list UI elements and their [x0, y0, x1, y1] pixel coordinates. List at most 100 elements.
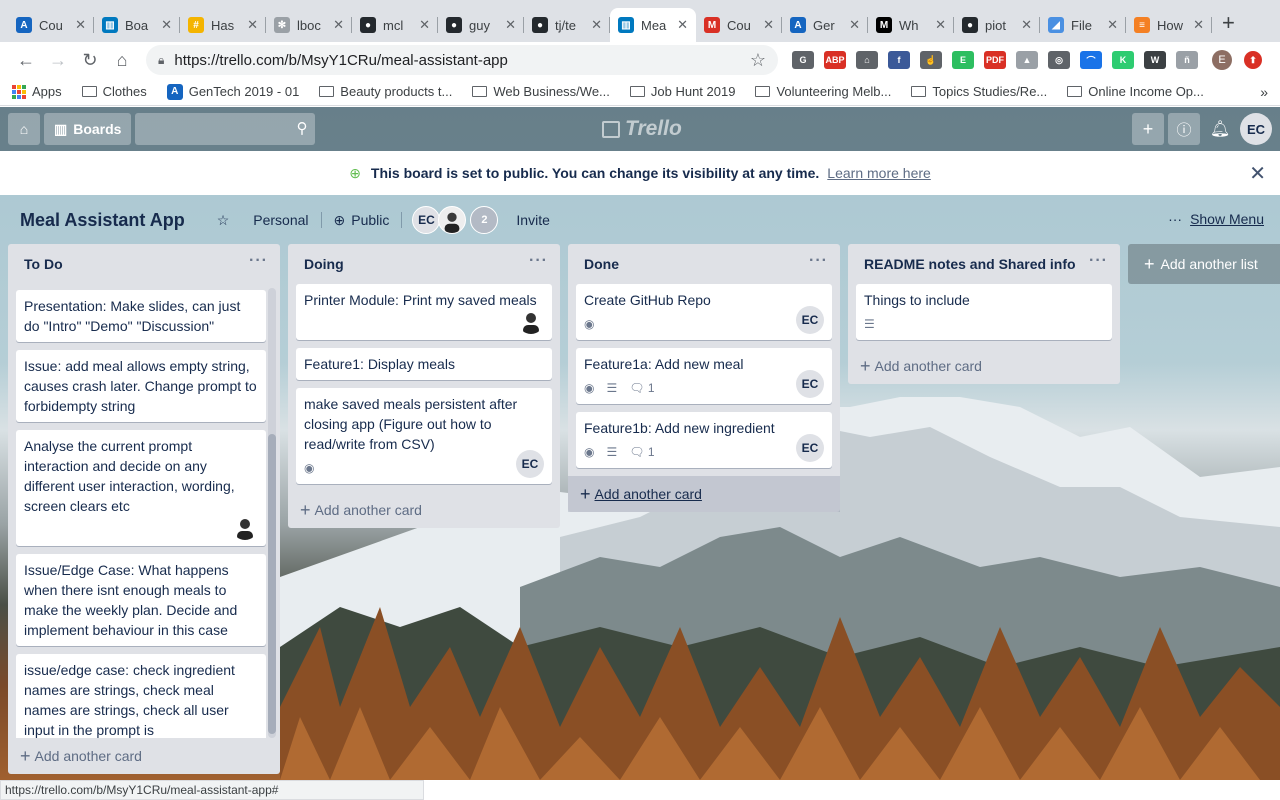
list-menu-icon[interactable]: ··· [809, 252, 828, 270]
tab-close-icon[interactable]: ✕ [75, 17, 86, 33]
browser-tab[interactable]: ▥ Boa ✕ [94, 8, 180, 42]
extension-icon[interactable]: W [1144, 51, 1166, 69]
bookmark-star-icon[interactable]: ☆ [750, 50, 766, 71]
add-card-button[interactable]: + Add another card [288, 492, 560, 528]
create-plus-icon[interactable]: + [1132, 113, 1164, 145]
show-menu-button[interactable]: ··· Show Menu [1168, 211, 1264, 227]
extension-red-icon[interactable]: ⬆ [1244, 51, 1262, 69]
browser-tab[interactable]: M Cou ✕ [696, 8, 782, 42]
tab-close-icon[interactable]: ✕ [1107, 17, 1118, 33]
card[interactable]: Printer Module: Print my saved meals [296, 284, 552, 340]
search-icon[interactable]: ⚲ [296, 119, 307, 137]
address-bar[interactable]: 🔒︎ https://trello.com/b/MsyY1CRu/meal-as… [146, 45, 778, 75]
member-avatar[interactable]: EC [412, 206, 441, 234]
card-member-avatar[interactable]: EC [796, 370, 824, 398]
browser-tab[interactable]: # Has ✕ [180, 8, 266, 42]
extension-icon[interactable]: ⌂ [856, 51, 878, 69]
list-header[interactable]: README notes and Shared info ··· [848, 244, 1120, 284]
bookmark-item[interactable]: Web Business/We... [472, 84, 610, 99]
extension-icon[interactable]: ☝ [920, 51, 942, 69]
list-header[interactable]: To Do ··· [8, 244, 280, 284]
card[interactable]: Things to include ☰ [856, 284, 1112, 340]
card[interactable]: Create GitHub Repo ◉ EC [576, 284, 832, 340]
browser-tab[interactable]: M Wh ✕ [868, 8, 954, 42]
bookmark-item[interactable]: A GenTech 2019 - 01 [166, 83, 299, 100]
tab-close-icon[interactable]: ✕ [333, 17, 344, 33]
list-menu-icon[interactable]: ··· [529, 252, 548, 270]
list-title[interactable]: Doing [304, 256, 344, 272]
tab-close-icon[interactable]: ✕ [849, 17, 860, 33]
tab-close-icon[interactable]: ✕ [591, 17, 602, 33]
home-icon[interactable]: ⌂ [106, 50, 138, 71]
learn-more-link[interactable]: Learn more here [827, 165, 931, 181]
bookmark-item[interactable]: Online Income Op... [1067, 84, 1204, 99]
trello-logo[interactable]: Trello [602, 117, 682, 141]
tab-close-icon[interactable]: ✕ [677, 17, 688, 33]
tab-close-icon[interactable]: ✕ [1021, 17, 1032, 33]
bookmark-item[interactable]: Volunteering Melb... [755, 84, 891, 99]
list-menu-icon[interactable]: ··· [249, 252, 268, 270]
invite-button[interactable]: Invite [516, 212, 549, 228]
reload-icon[interactable]: ↻ [74, 50, 106, 71]
card-member-photo-avatar[interactable] [232, 514, 258, 540]
extension-icon[interactable]: E [952, 51, 974, 69]
card-member-avatar[interactable]: EC [516, 450, 544, 478]
notifications-bell-icon[interactable]: 🔔︎ [1204, 113, 1236, 145]
extension-icon[interactable]: G [792, 51, 814, 69]
list-title[interactable]: README notes and Shared info [864, 256, 1076, 272]
card[interactable]: Presentation: Make slides, can just do "… [16, 290, 266, 342]
back-icon[interactable]: ← [10, 50, 42, 71]
star-board-icon[interactable]: ☆ [205, 212, 242, 229]
browser-tab[interactable]: A Cou ✕ [8, 8, 94, 42]
browser-tab[interactable]: ▥ Mea ✕ [610, 8, 696, 42]
browser-tab[interactable]: ● piot ✕ [954, 8, 1040, 42]
card[interactable]: Analyse the current prompt interaction a… [16, 430, 266, 546]
browser-tab[interactable]: ≡ How ✕ [1126, 8, 1212, 42]
add-card-button[interactable]: + Add another card [568, 476, 840, 512]
bookmark-item[interactable]: Apps [12, 84, 62, 99]
close-icon[interactable]: ✕ [1249, 161, 1266, 186]
card[interactable]: Issue/Edge Case: What happens when there… [16, 554, 266, 646]
tab-close-icon[interactable]: ✕ [505, 17, 516, 33]
card[interactable]: Feature1a: Add new meal ◉ ☰ 🗨︎ 1 EC [576, 348, 832, 404]
card[interactable]: issue/edge case: check ingredient names … [16, 654, 266, 738]
card-member-photo-avatar[interactable] [518, 308, 544, 334]
bookmark-item[interactable]: Topics Studies/Re... [911, 84, 1047, 99]
search-input[interactable]: ⚲ [135, 113, 316, 145]
user-avatar[interactable]: EC [1240, 113, 1272, 145]
list-header[interactable]: Done ··· [568, 244, 840, 284]
extension-icon[interactable]: PDF [984, 51, 1006, 69]
browser-tab[interactable]: ◢ File ✕ [1040, 8, 1126, 42]
visibility-button[interactable]: ⊕ Public [322, 212, 402, 229]
add-card-button[interactable]: + Add another card [8, 738, 280, 774]
bookmark-item[interactable]: Job Hunt 2019 [629, 84, 735, 99]
boards-button[interactable]: ▥ Boards [44, 113, 132, 145]
browser-tab[interactable]: ● tj/te ✕ [524, 8, 610, 42]
add-list-button[interactable]: + Add another list [1128, 244, 1280, 284]
member-count-badge[interactable]: 2 [470, 206, 499, 234]
board-title[interactable]: Meal Assistant App [20, 210, 185, 231]
list-title[interactable]: To Do [24, 256, 63, 272]
team-button[interactable]: Personal [241, 212, 320, 228]
card[interactable]: Feature1: Display meals [296, 348, 552, 380]
bookmark-item[interactable]: Beauty products t... [319, 84, 452, 99]
list-menu-icon[interactable]: ··· [1089, 252, 1108, 270]
extension-icon[interactable]: ◎ [1048, 51, 1070, 69]
card[interactable]: make saved meals persistent after closin… [296, 388, 552, 484]
tab-close-icon[interactable]: ✕ [763, 17, 774, 33]
card[interactable]: Feature1b: Add new ingredient ◉ ☰ 🗨︎ 1 EC [576, 412, 832, 468]
new-tab-button[interactable]: + [1222, 10, 1235, 36]
list-title[interactable]: Done [584, 256, 619, 272]
browser-tab[interactable]: ✻ lboc ✕ [266, 8, 352, 42]
tab-close-icon[interactable]: ✕ [247, 17, 258, 33]
browser-tab[interactable]: ● guy ✕ [438, 8, 524, 42]
browser-tab[interactable]: A Ger ✕ [782, 8, 868, 42]
home-button[interactable]: ⌂ [8, 113, 40, 145]
card-member-avatar[interactable]: EC [796, 434, 824, 462]
extension-icon[interactable]: K [1112, 51, 1134, 69]
profile-avatar[interactable]: E [1212, 50, 1232, 70]
list-scrollbar-thumb[interactable] [268, 434, 276, 734]
info-icon[interactable]: ⓘ [1168, 113, 1200, 145]
bookmark-item[interactable]: Clothes [81, 84, 147, 99]
extension-icon[interactable]: ñ [1176, 51, 1198, 69]
